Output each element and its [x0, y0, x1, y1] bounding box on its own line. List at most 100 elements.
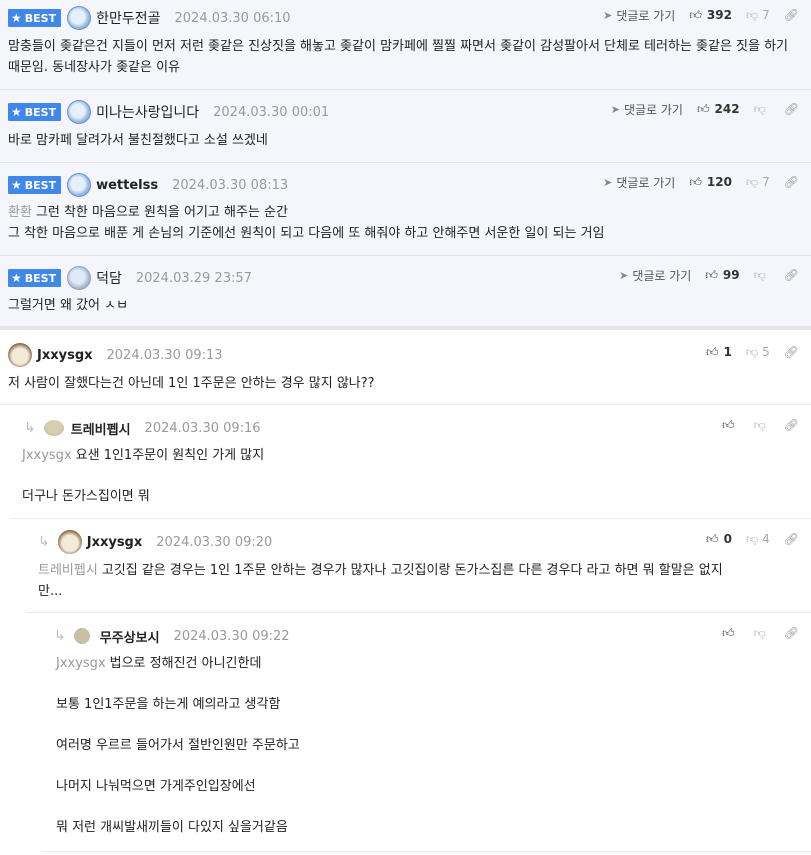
comment-author[interactable]: Jxxysgx: [87, 535, 143, 550]
dislike-button[interactable]: 👎︎ 7: [746, 8, 770, 23]
like-count: 392: [706, 8, 732, 22]
comment-author[interactable]: 덕담: [96, 268, 122, 288]
send-icon: ➤: [610, 102, 620, 116]
go-to-comment-link[interactable]: ➤ 댓글로 가기: [603, 7, 675, 24]
avatar[interactable]: [43, 420, 64, 436]
thumbs-down-icon: 👎︎: [753, 101, 766, 116]
comment-author[interactable]: 미나는사랑입니다: [96, 102, 199, 122]
avatar[interactable]: [8, 343, 32, 367]
mention-tag[interactable]: Jxxysgx: [22, 448, 72, 463]
comment-date: 2024.03.30 09:16: [144, 420, 261, 436]
avatar[interactable]: [73, 628, 90, 644]
comment-text-line: 그런 착한 마음으로 원칙을 어기고 해주는 순간: [35, 205, 288, 220]
link-icon[interactable]: 🔗︎: [784, 532, 799, 546]
thumbs-down-icon: 👎︎: [745, 7, 759, 22]
like-button[interactable]: 👍︎ 0: [706, 532, 732, 547]
comment-text: 트레비펩시 고깃집 같은 경우는 1인 1주문 안하는 경우가 많자나 고깃집이랑…: [38, 560, 797, 602]
like-button[interactable]: 👍︎ 99: [705, 268, 739, 283]
send-icon: ➤: [603, 8, 613, 22]
send-icon: ➤: [603, 175, 613, 189]
comment-text-line: 보통 1인1주문을 하는게 예의라고 생각함: [56, 697, 281, 712]
best-badge: ★ BEST: [8, 176, 62, 194]
best-comment: ★ BEST wettelss 2024.03.30 08:13 ➤ 댓글로 가기 …: [0, 163, 811, 256]
avatar[interactable]: [67, 100, 92, 124]
dislike-button[interactable]: 👎︎: [754, 418, 770, 433]
comment-date: 2024.03.30 00:01: [213, 104, 330, 120]
like-button[interactable]: 👍︎ 242: [697, 102, 740, 117]
avatar[interactable]: [67, 173, 92, 197]
mention-tag[interactable]: 트레비펩시: [38, 563, 98, 578]
avatar[interactable]: [67, 6, 92, 30]
dislike-button[interactable]: 👎︎: [754, 626, 770, 641]
comment-text-line: 고깃집 같은 경우는 1인 1주문 안하는 경우가 많자나 고깃집이랑 돈가스집…: [101, 563, 723, 578]
comment-text-line: 그 착한 마음으로 배푼 게 손님의 기준에선 원칙이 되고 다음에 또 해줘야…: [8, 226, 605, 241]
link-icon[interactable]: 🔗︎: [784, 345, 799, 359]
dislike-button[interactable]: 👎︎ 4: [746, 532, 770, 547]
star-icon: ★: [11, 105, 22, 119]
dislike-button[interactable]: 👎︎: [754, 102, 770, 117]
like-count: 0: [723, 532, 732, 546]
avatar[interactable]: [67, 266, 92, 290]
dislike-count: 7: [762, 8, 770, 22]
go-to-comment-link[interactable]: ➤ 댓글로 가기: [611, 101, 683, 118]
comment-text-line: 요샌 1인1주문이 원칙인 가게 많지: [75, 448, 265, 463]
thumbs-down-icon: 👎︎: [745, 344, 759, 359]
dislike-count: 4: [762, 532, 770, 546]
mention-tag[interactable]: Jxxysgx: [56, 656, 106, 671]
mention-tag[interactable]: 환환: [8, 205, 32, 220]
comment-date: 2024.03.30 06:10: [174, 10, 291, 26]
thumbs-up-icon: 👍︎: [722, 417, 735, 432]
comment-date: 2024.03.30 08:13: [172, 177, 289, 193]
dislike-button[interactable]: 👎︎ 5: [746, 345, 770, 360]
comment-text-line: 만...: [38, 584, 63, 599]
link-icon[interactable]: 🔗︎: [784, 268, 799, 282]
comment-author[interactable]: Jxxysgx: [37, 348, 93, 363]
thumbs-up-icon: 👍︎: [689, 7, 702, 22]
comment-text-line: 더구나 돈가스집이면 뭐: [22, 489, 150, 504]
comment-text: Jxxysgx 요샌 1인1주문이 원칙인 가게 많지 더구나 돈가스집이면 뭐: [22, 445, 797, 507]
like-count: 99: [722, 268, 740, 282]
thumbs-up-icon: 👍︎: [722, 625, 735, 640]
link-icon[interactable]: 🔗︎: [784, 626, 799, 640]
thumbs-up-icon: 👍︎: [705, 267, 718, 282]
like-button[interactable]: 👍︎: [722, 418, 740, 433]
comment-date: 2024.03.30 09:22: [173, 628, 290, 644]
like-button[interactable]: 👍︎ 120: [689, 175, 732, 190]
comment-author[interactable]: 한만두전골: [96, 8, 160, 28]
like-button[interactable]: 👍︎ 1: [706, 345, 732, 360]
star-icon: ★: [11, 178, 22, 192]
like-button[interactable]: 👍︎ 392: [689, 8, 732, 23]
dislike-button[interactable]: 👎︎ 7: [746, 175, 770, 190]
link-icon[interactable]: 🔗︎: [784, 102, 799, 116]
comment-text-line: 뭐 저런 개씨발새끼들이 다있지 싶을거같음: [56, 820, 288, 835]
star-icon: ★: [11, 11, 22, 25]
comment-text: 바로 맘카페 달려가서 불친절했다고 소설 쓰겠네: [8, 133, 268, 148]
reply-arrow-icon: ↳: [54, 628, 66, 644]
thumbs-down-icon: 👎︎: [745, 174, 759, 189]
best-comment: ★ BEST 덕담 2024.03.29 23:57 ➤ 댓글로 가기 👍︎ 99 👎…: [0, 256, 811, 327]
thumbs-down-icon: 👎︎: [753, 267, 766, 282]
go-to-comment-link[interactable]: ➤ 댓글로 가기: [603, 174, 675, 191]
comment-text-line: 나머지 나눠먹으면 가게주인입장에선: [56, 779, 256, 794]
thumbs-up-icon: 👍︎: [706, 344, 719, 359]
link-icon[interactable]: 🔗︎: [784, 8, 799, 22]
comment-author[interactable]: 트레비펩시: [71, 419, 131, 438]
divider: [0, 404, 811, 405]
go-to-comment-link[interactable]: ➤ 댓글로 가기: [619, 267, 691, 284]
link-icon[interactable]: 🔗︎: [784, 175, 799, 189]
dislike-button[interactable]: 👎︎: [754, 268, 770, 283]
avatar[interactable]: [57, 530, 82, 554]
link-icon[interactable]: 🔗︎: [784, 418, 799, 432]
divider: [26, 612, 811, 613]
star-icon: ★: [11, 271, 22, 285]
thumbs-down-icon: 👎︎: [753, 625, 766, 640]
divider: [42, 851, 811, 852]
like-count: 120: [706, 175, 732, 189]
comment-author[interactable]: 무주상보시: [100, 627, 160, 646]
reply-comment: ↳ 트레비펩시 2024.03.30 09:16 👍︎ 👎︎ 🔗︎ Jxxysg…: [0, 410, 811, 518]
thumbs-up-icon: 👍︎: [689, 174, 702, 189]
like-button[interactable]: 👍︎: [722, 626, 740, 641]
reply-comment: ↳ 무주상보시 2024.03.30 09:22 👍︎ 👎︎ 🔗︎ Jxxysg…: [0, 618, 811, 855]
comment-author[interactable]: wettelss: [96, 178, 158, 193]
comment-text: 그럴거면 왜 갔어 ㅅㅂ: [8, 298, 129, 313]
